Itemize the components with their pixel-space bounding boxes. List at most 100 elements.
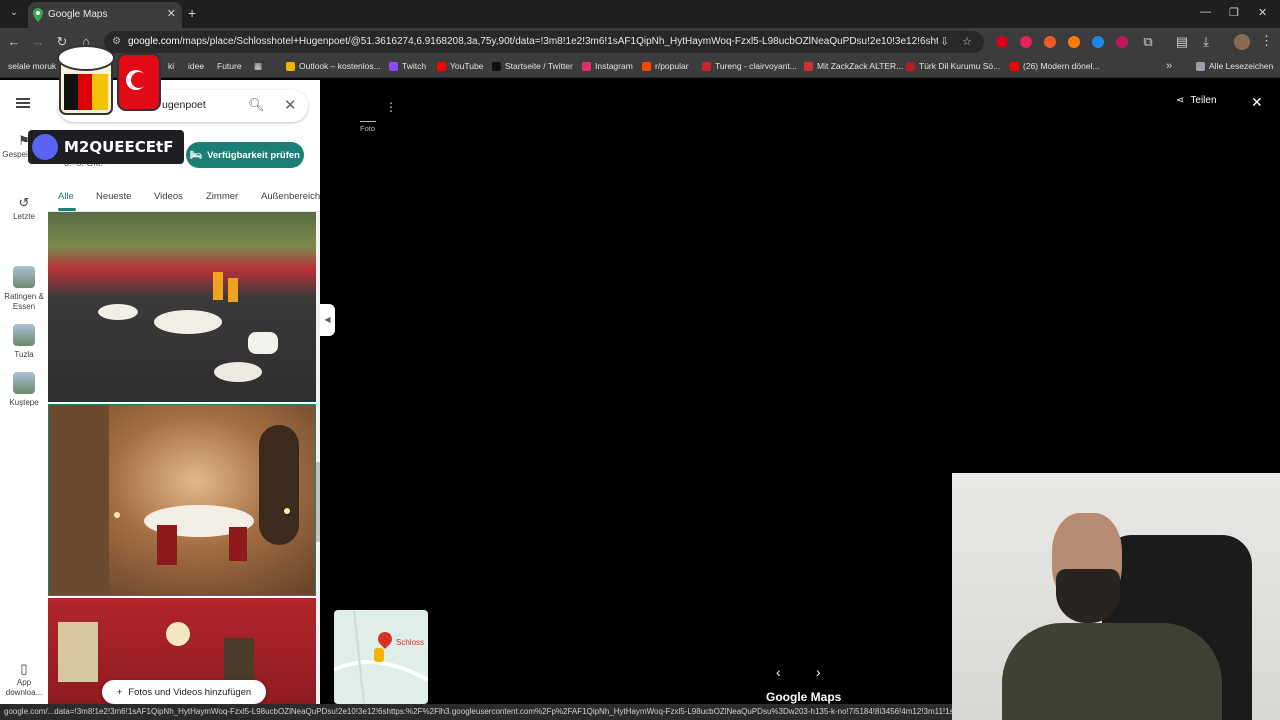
reddit-icon <box>642 61 651 71</box>
bookmark-folder[interactable]: selale moruk <box>8 61 56 71</box>
tab-title: Google Maps <box>48 9 108 20</box>
place-thumbnail <box>13 372 35 394</box>
new-tab-button[interactable]: + <box>188 5 196 21</box>
twitch-icon <box>389 61 398 71</box>
close-viewer-icon[interactable]: ✕ <box>1251 94 1263 111</box>
tab-strip: ⌄ Google Maps ✕ + — ❐ ✕ <box>0 0 1280 28</box>
extension-icon[interactable] <box>1116 36 1128 48</box>
more-bookmarks-icon[interactable]: » <box>1166 60 1172 72</box>
extension-icon[interactable] <box>1044 36 1056 48</box>
check-availability-button[interactable]: 🛏︎ Verfügbarkeit prüfen <box>186 142 304 168</box>
wine-cellar-dining-image <box>49 405 299 595</box>
search-icon[interactable]: 🔍︎ <box>248 97 265 113</box>
tab-close-icon[interactable]: ✕ <box>167 7 176 20</box>
collapse-panel-button[interactable]: ◀ <box>320 304 335 336</box>
history-icon: ↺ <box>18 195 30 210</box>
zackzack-icon <box>804 61 813 71</box>
youtube-icon <box>437 61 446 71</box>
url-text[interactable]: google.com/maps/place/Schlosshotel+Hugen… <box>128 36 938 47</box>
bookmark-item[interactable]: Startseite / Twitter <box>492 61 573 71</box>
mini-map[interactable]: Schloss <box>334 610 428 704</box>
viewer-more-icon[interactable]: ⋮ <box>385 100 397 114</box>
bookmark-item[interactable]: r/popular <box>642 61 689 71</box>
discord-overlay: M2QUEECEtF <box>28 130 184 164</box>
address-bar[interactable]: ⚙ google.com/maps/place/Schlosshotel+Hug… <box>104 31 984 53</box>
rail-item-recent-place[interactable]: Ratingen & Essen <box>2 266 46 312</box>
pegman-icon[interactable] <box>374 648 384 662</box>
photo-thumbnail-selected[interactable] <box>48 404 316 596</box>
x-twitter-icon <box>492 61 501 71</box>
downloads-icon[interactable]: ⤓ <box>1198 34 1214 50</box>
tab-newest[interactable]: Neueste <box>96 191 131 202</box>
tab-all[interactable]: Alle <box>58 191 74 202</box>
bookmark-folder[interactable]: ki <box>168 61 174 71</box>
back-icon[interactable]: ← <box>6 34 22 49</box>
menu-icon[interactable] <box>16 98 30 108</box>
tureng-icon <box>702 61 711 71</box>
maximize-icon[interactable]: ❐ <box>1229 6 1239 19</box>
browser-menu-icon[interactable]: ⋮ <box>1260 33 1273 49</box>
rail-item-recent[interactable]: ↺ Letzte <box>2 195 46 222</box>
share-button[interactable]: ⋖ Teilen <box>1176 95 1217 106</box>
plus-icon: + <box>116 686 123 698</box>
profile-avatar[interactable] <box>1234 34 1250 50</box>
bookmark-item[interactable]: Tureng - clairvoyant... <box>702 61 797 71</box>
extension-icon[interactable] <box>1068 36 1080 48</box>
apps-grid-icon[interactable]: ▦ <box>254 61 262 72</box>
active-tab-indicator <box>58 208 76 211</box>
bookmark-folder[interactable]: idee <box>188 61 204 71</box>
bookmark-item[interactable]: Türk Dil Kurumu Sö... <box>906 61 1000 71</box>
add-photos-button[interactable]: + Fotos und Videos hinzufügen <box>102 680 266 704</box>
tdk-icon <box>906 61 915 71</box>
minimize-icon[interactable]: — <box>1200 6 1211 18</box>
bed-icon: 🛏︎ <box>190 149 203 161</box>
breakfast-table-image <box>98 272 278 382</box>
bookmark-item[interactable]: Instagram <box>582 61 633 71</box>
tab-outdoor[interactable]: Außenbereich <box>261 191 320 202</box>
all-bookmarks[interactable]: Alle Lesezeichen <box>1196 61 1273 71</box>
share-icon: ⋖ <box>1176 95 1185 106</box>
browser-tab[interactable]: Google Maps ✕ <box>28 2 182 28</box>
bookmark-folder[interactable]: Future <box>217 61 242 71</box>
beer-mug-logo <box>57 45 161 115</box>
bookmark-item[interactable]: Mit ZackZack ALTER... <box>804 61 903 71</box>
sidebar-icon[interactable]: ▤ <box>1174 34 1190 50</box>
extensions-puzzle-icon[interactable]: ⧉ <box>1140 34 1156 50</box>
browser-toolbar: ← → ↻ ⌂ ⚙ google.com/maps/place/Schlossh… <box>0 28 1280 56</box>
discord-icon <box>32 134 58 160</box>
viewer-tab-photo[interactable]: Foto <box>360 124 375 133</box>
nav-rail: ⚑ Gespeichert ↺ Letzte Ratingen & Essen … <box>0 80 48 706</box>
extension-icon[interactable] <box>1092 36 1104 48</box>
tab-rooms[interactable]: Zimmer <box>206 191 238 202</box>
phone-icon: ▯ <box>20 661 28 676</box>
search-input[interactable]: ugenpoet <box>162 99 206 111</box>
photo-list-scrollbar[interactable] <box>316 212 320 706</box>
bookmark-item[interactable]: (26) Modern dönel... <box>1010 61 1100 71</box>
tab-search-button[interactable]: ⌄ <box>6 5 22 21</box>
rail-item-app-download[interactable]: ▯ App downloa... <box>2 661 46 698</box>
photo-thumbnail[interactable] <box>48 212 316 402</box>
extension-icon[interactable] <box>1020 36 1032 48</box>
bookmark-item[interactable]: Outlook – kostenlos... <box>286 61 381 71</box>
instagram-icon <box>582 61 591 71</box>
google-maps-logo: Google Maps <box>766 690 842 704</box>
install-app-icon[interactable]: ⇩ <box>940 35 949 48</box>
youtube-icon <box>1010 61 1019 71</box>
rail-item-recent-place[interactable]: Tuzla <box>2 324 46 360</box>
clear-search-icon[interactable]: ✕ <box>284 96 297 114</box>
bookmark-item[interactable]: YouTube <box>437 61 483 71</box>
previous-photo-icon[interactable]: ‹ <box>776 664 781 680</box>
close-window-icon[interactable]: ✕ <box>1258 6 1267 19</box>
forward-icon[interactable]: → <box>30 34 46 49</box>
bookmark-item[interactable]: Twitch <box>389 61 426 71</box>
rail-item-recent-place[interactable]: Kuştepe <box>2 372 46 408</box>
link-status-bar: google.com/...data=!3m8!1e2!3m6!1sAF1Qip… <box>0 704 952 720</box>
tab-videos[interactable]: Videos <box>154 191 183 202</box>
photo-category-tabs: Alle Neueste Videos Zimmer Außenbereich <box>48 184 320 212</box>
next-photo-icon[interactable]: › <box>816 664 821 680</box>
place-thumbnail <box>13 266 35 288</box>
bookmark-star-icon[interactable]: ☆ <box>962 35 972 48</box>
viewer-tab-indicator <box>360 121 376 122</box>
extension-icon[interactable] <box>996 36 1008 48</box>
webcam-overlay <box>952 473 1280 720</box>
